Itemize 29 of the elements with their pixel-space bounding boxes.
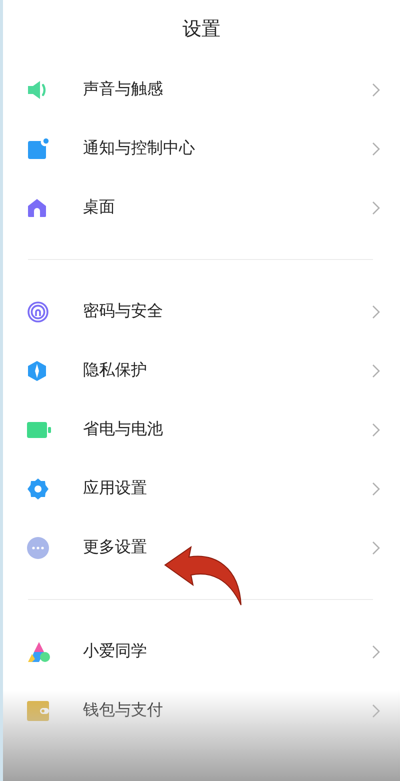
chevron-icon [372,422,380,436]
notification-icon [27,138,49,160]
settings-item[interactable]: 通知与控制中心 [3,119,400,178]
chevron-icon [372,644,380,658]
settings-item[interactable]: 小爱同学 [3,622,400,681]
chevron-icon [372,82,380,96]
chevron-icon [372,304,380,318]
settings-item[interactable]: 隐私保护 [3,341,400,400]
settings-item[interactable]: 声音与触感 [3,60,400,119]
chevron-icon [372,200,380,214]
battery-icon [27,422,51,438]
shield-icon [27,360,47,382]
assistant-icon [27,640,51,662]
settings-item[interactable]: 密码与安全 [3,282,400,341]
chevron-icon [372,142,380,156]
more-icon [27,536,49,558]
chevron-icon [372,704,380,718]
settings-item[interactable]: 省电与电池 [3,400,400,459]
fingerprint-icon [27,300,49,322]
chevron-icon [372,364,380,378]
home-icon [27,198,47,218]
settings-item[interactable]: 更多设置 [3,518,400,577]
page-title: 设置 [182,18,220,42]
wallet-icon [27,700,49,720]
settings-item[interactable]: 应用设置 [3,459,400,518]
chevron-icon [372,482,380,496]
chevron-icon [372,540,380,554]
gear-icon [27,478,49,500]
settings-item[interactable]: 桌面 [3,178,400,237]
